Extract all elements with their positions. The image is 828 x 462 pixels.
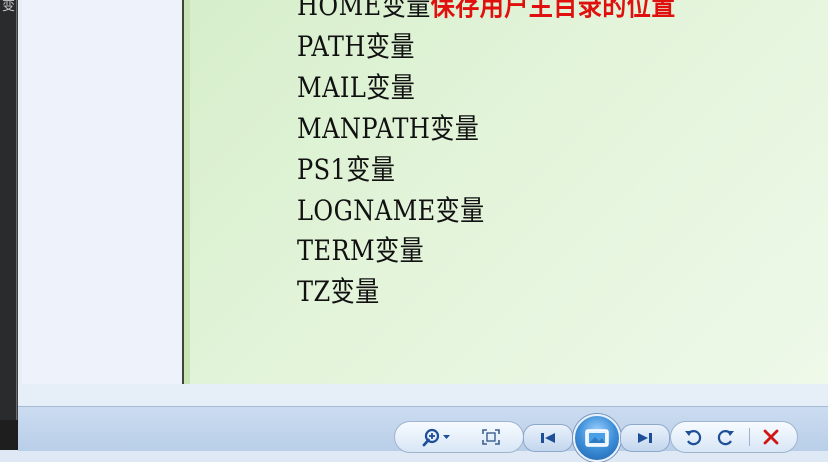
slide-line: MAIL变量	[297, 70, 416, 104]
zoom-icon	[422, 428, 450, 447]
slide-line-home: HOME变量保存用户主目录的位置	[297, 0, 676, 27]
toolbar-separator	[749, 428, 750, 446]
slide-image: HOME变量保存用户主目录的位置 PATH变量 MAIL变量 MANPATH变量…	[182, 0, 828, 384]
next-button[interactable]	[620, 424, 670, 452]
slideshow-button[interactable]	[573, 414, 621, 462]
slide-line: TERM变量	[297, 234, 425, 268]
actual-size-button[interactable]	[478, 424, 504, 450]
page-margin	[22, 0, 182, 384]
background-window-edge: 变	[0, 0, 17, 420]
next-icon	[638, 433, 652, 443]
slideshow-icon	[585, 429, 609, 447]
slide-line: MANPATH变量	[297, 111, 480, 145]
background-window-text: 变	[2, 0, 16, 14]
slide-left-accent	[184, 0, 190, 384]
slide-line: PS1变量	[297, 152, 396, 186]
toolbar-zoom-group	[394, 421, 524, 453]
rotate-counterclockwise-button[interactable]	[680, 424, 706, 450]
rotate-clockwise-button[interactable]	[713, 424, 739, 450]
delete-button[interactable]	[758, 424, 784, 450]
background-window: 变	[0, 0, 18, 450]
rotate-counterclockwise-icon	[685, 430, 702, 446]
rotate-clockwise-icon	[717, 430, 734, 446]
previous-icon	[541, 433, 555, 443]
previous-button[interactable]	[523, 424, 573, 452]
actual-size-icon	[482, 429, 500, 445]
delete-icon	[763, 429, 779, 445]
photo-viewer-window: HOME变量保存用户主目录的位置 PATH变量 MAIL变量 MANPATH变量…	[18, 0, 828, 462]
slide-line: PATH变量	[297, 29, 415, 63]
zoom-button[interactable]	[418, 424, 456, 450]
slide-text-list: HOME变量保存用户主目录的位置 PATH变量 MAIL变量 MANPATH变量…	[297, 0, 738, 313]
slide-line: TZ变量	[297, 275, 380, 309]
slide-line: LOGNAME变量	[297, 193, 485, 227]
background-window-bar	[0, 420, 18, 450]
slide-line-home-highlight: 保存用户主目录的位置	[430, 0, 676, 22]
slide-line-home-prefix: HOME变量	[297, 0, 431, 22]
